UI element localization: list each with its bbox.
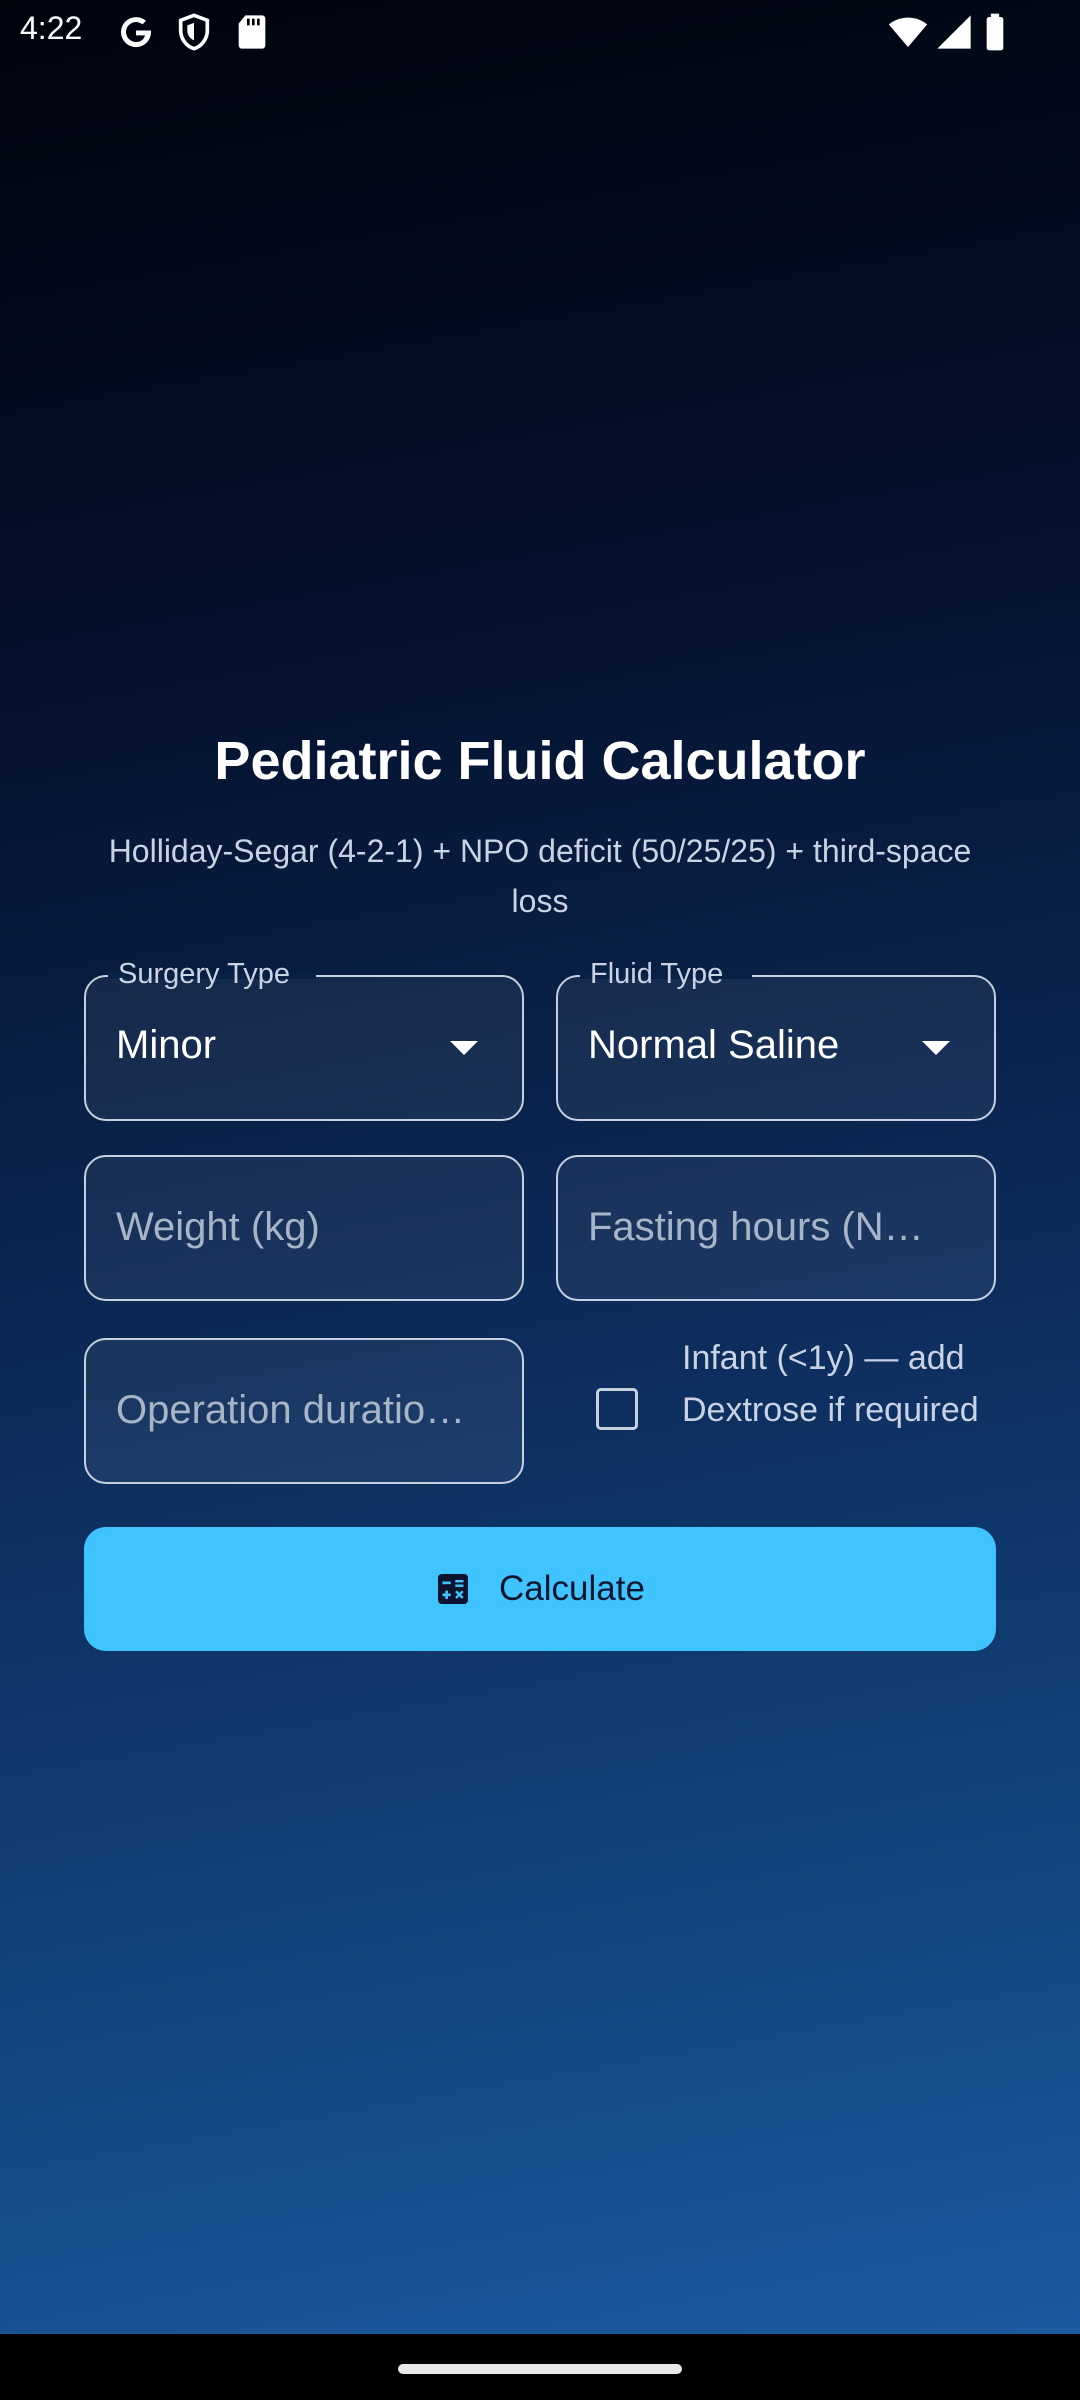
status-bar: 4:22 [0,0,1080,64]
dropdown-arrow-icon [922,1041,950,1055]
calculate-button-label: Calculate [499,1569,645,1608]
fasting-hours-input[interactable]: Fasting hours (N… [556,1155,996,1301]
weight-input[interactable]: Weight (kg) [84,1155,524,1301]
home-gesture-handle[interactable] [398,2364,682,2374]
page-subtitle: Holliday-Segar (4-2-1) + NPO deficit (50… [108,833,972,919]
shield-icon [178,13,210,51]
fluid-type-value: Normal Saline [588,1023,840,1067]
calculate-button[interactable]: Calculate [84,1527,996,1651]
weight-placeholder: Weight (kg) [116,1205,320,1249]
battery-icon [986,13,1004,51]
dropdown-arrow-icon [450,1041,478,1055]
sd-card-icon [238,15,266,49]
fluid-type-label: Fluid Type [590,958,724,990]
fluid-type-dropdown[interactable]: Fluid Type Normal Saline [556,958,996,1121]
page-title: Pediatric Fluid Calculator [214,731,866,791]
surgery-type-value: Minor [116,1023,217,1067]
google-icon [121,17,152,48]
wifi-icon [888,17,928,47]
infant-checkbox-label[interactable]: Infant (<1y) — add Dextrose if required [682,1332,1012,1436]
infant-checkbox[interactable] [596,1388,638,1430]
calculator-icon [438,1574,469,1604]
status-time: 4:22 [20,10,83,46]
surgery-type-dropdown[interactable]: Surgery Type Minor [84,958,524,1121]
surgery-type-label: Surgery Type [118,958,290,990]
operation-duration-input[interactable]: Operation duratio… [84,1338,524,1484]
operation-duration-placeholder: Operation duratio… [116,1388,466,1432]
fasting-hours-placeholder: Fasting hours (N… [588,1205,924,1249]
signal-icon [937,15,971,49]
